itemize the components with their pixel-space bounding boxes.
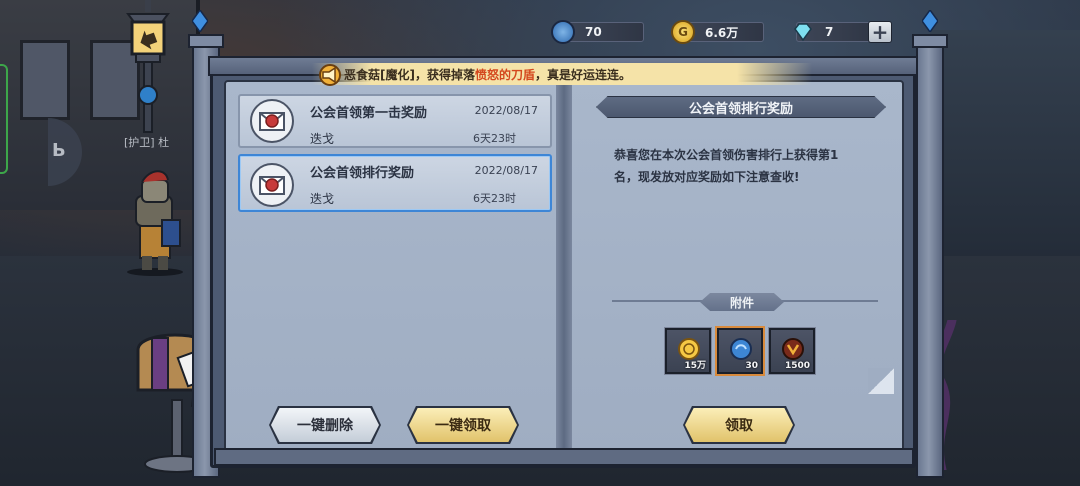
diamond-icon xyxy=(794,23,812,42)
mail-sender: 迭戈 xyxy=(310,192,335,206)
pillar-cap xyxy=(188,34,224,48)
house-right xyxy=(930,30,1080,280)
mail-detail-page xyxy=(564,80,904,452)
mail-detail-body: 恭喜您在本次公会首领伤害排行上获得第1名，现发放对应奖励如下注意查收! xyxy=(614,148,839,184)
claim-button[interactable]: 领取 xyxy=(685,408,793,442)
orb-value: 70 xyxy=(585,25,602,39)
mail-title: 公会首领排行奖励 xyxy=(310,166,415,181)
expand-arrow-icon: Ь xyxy=(52,140,66,161)
frame-pillar-right xyxy=(916,38,944,478)
attachment-count: 1500 xyxy=(784,361,810,371)
attachment-slot-gold[interactable]: 15万 xyxy=(664,327,712,375)
delete-all-button[interactable]: 一键删除 xyxy=(271,408,379,442)
notice-banner: 恶食菇[魔化]，获得掉落 愤怒的刀盾 ，真是好运连连。 xyxy=(312,63,812,85)
blue-gem-icon xyxy=(922,10,938,32)
mail-envelope-icon xyxy=(250,99,294,143)
blue-gem-icon xyxy=(192,10,208,32)
claim-all-button[interactable]: 一键领取 xyxy=(409,408,517,442)
mail-sender: 迭戈 xyxy=(310,132,335,146)
mail-envelope-icon xyxy=(250,163,294,207)
megaphone-icon xyxy=(319,64,341,86)
lamp-back-button[interactable] xyxy=(118,0,178,135)
pillar-cap xyxy=(912,34,948,48)
mail-remaining-time: 6天23时 xyxy=(473,192,516,205)
mail-date: 2022/08/17 xyxy=(474,104,538,117)
side-indicator[interactable] xyxy=(0,64,8,174)
gold-value: 6.6万 xyxy=(705,25,739,40)
attachment-slot-orb[interactable]: 30 xyxy=(715,326,765,376)
book-base xyxy=(214,448,914,466)
currency-diamond: 7 xyxy=(794,22,876,42)
mail-item-first-strike[interactable]: 公会首领第一击奖励 2022/08/17 迭戈 6天23时 xyxy=(238,94,552,148)
notice-text-2: ，真是好运连连。 xyxy=(535,67,632,82)
currency-orb: 70 xyxy=(551,20,644,44)
window xyxy=(20,40,70,120)
diamond-value: 7 xyxy=(825,25,834,39)
notice-text-1: 恶食菇[魔化]，获得掉落 xyxy=(344,67,475,82)
add-diamond-button[interactable]: + xyxy=(868,21,892,43)
gold-coin-icon: G xyxy=(671,20,695,44)
attachment-count: 15万 xyxy=(684,361,706,371)
notice-highlight: 愤怒的刀盾 xyxy=(474,67,535,82)
attachment-slot-rune[interactable]: 1500 xyxy=(768,327,816,375)
gold-coin-icon xyxy=(678,338,700,360)
blue-orb-icon xyxy=(730,338,752,360)
mail-detail-title: 公会首领排行奖励 xyxy=(596,96,886,118)
attachments-label: 附件 xyxy=(700,293,784,311)
currency-gold: G 6.6万 xyxy=(671,20,764,44)
blue-orb-icon xyxy=(551,20,575,44)
book-spine xyxy=(556,82,572,450)
attachment-count: 30 xyxy=(745,361,758,371)
page-curl xyxy=(868,368,894,394)
mail-remaining-time: 6天23时 xyxy=(473,132,516,145)
knight-character[interactable] xyxy=(120,168,190,276)
mail-title: 公会首领第一击奖励 xyxy=(310,106,428,121)
rune-icon xyxy=(782,338,804,360)
mail-date: 2022/08/17 xyxy=(474,164,538,177)
guard-name-tag: [护卫] 杜 xyxy=(124,136,170,149)
mail-item-ranking[interactable]: 公会首领排行奖励 2022/08/17 迭戈 6天23时 xyxy=(238,154,552,212)
